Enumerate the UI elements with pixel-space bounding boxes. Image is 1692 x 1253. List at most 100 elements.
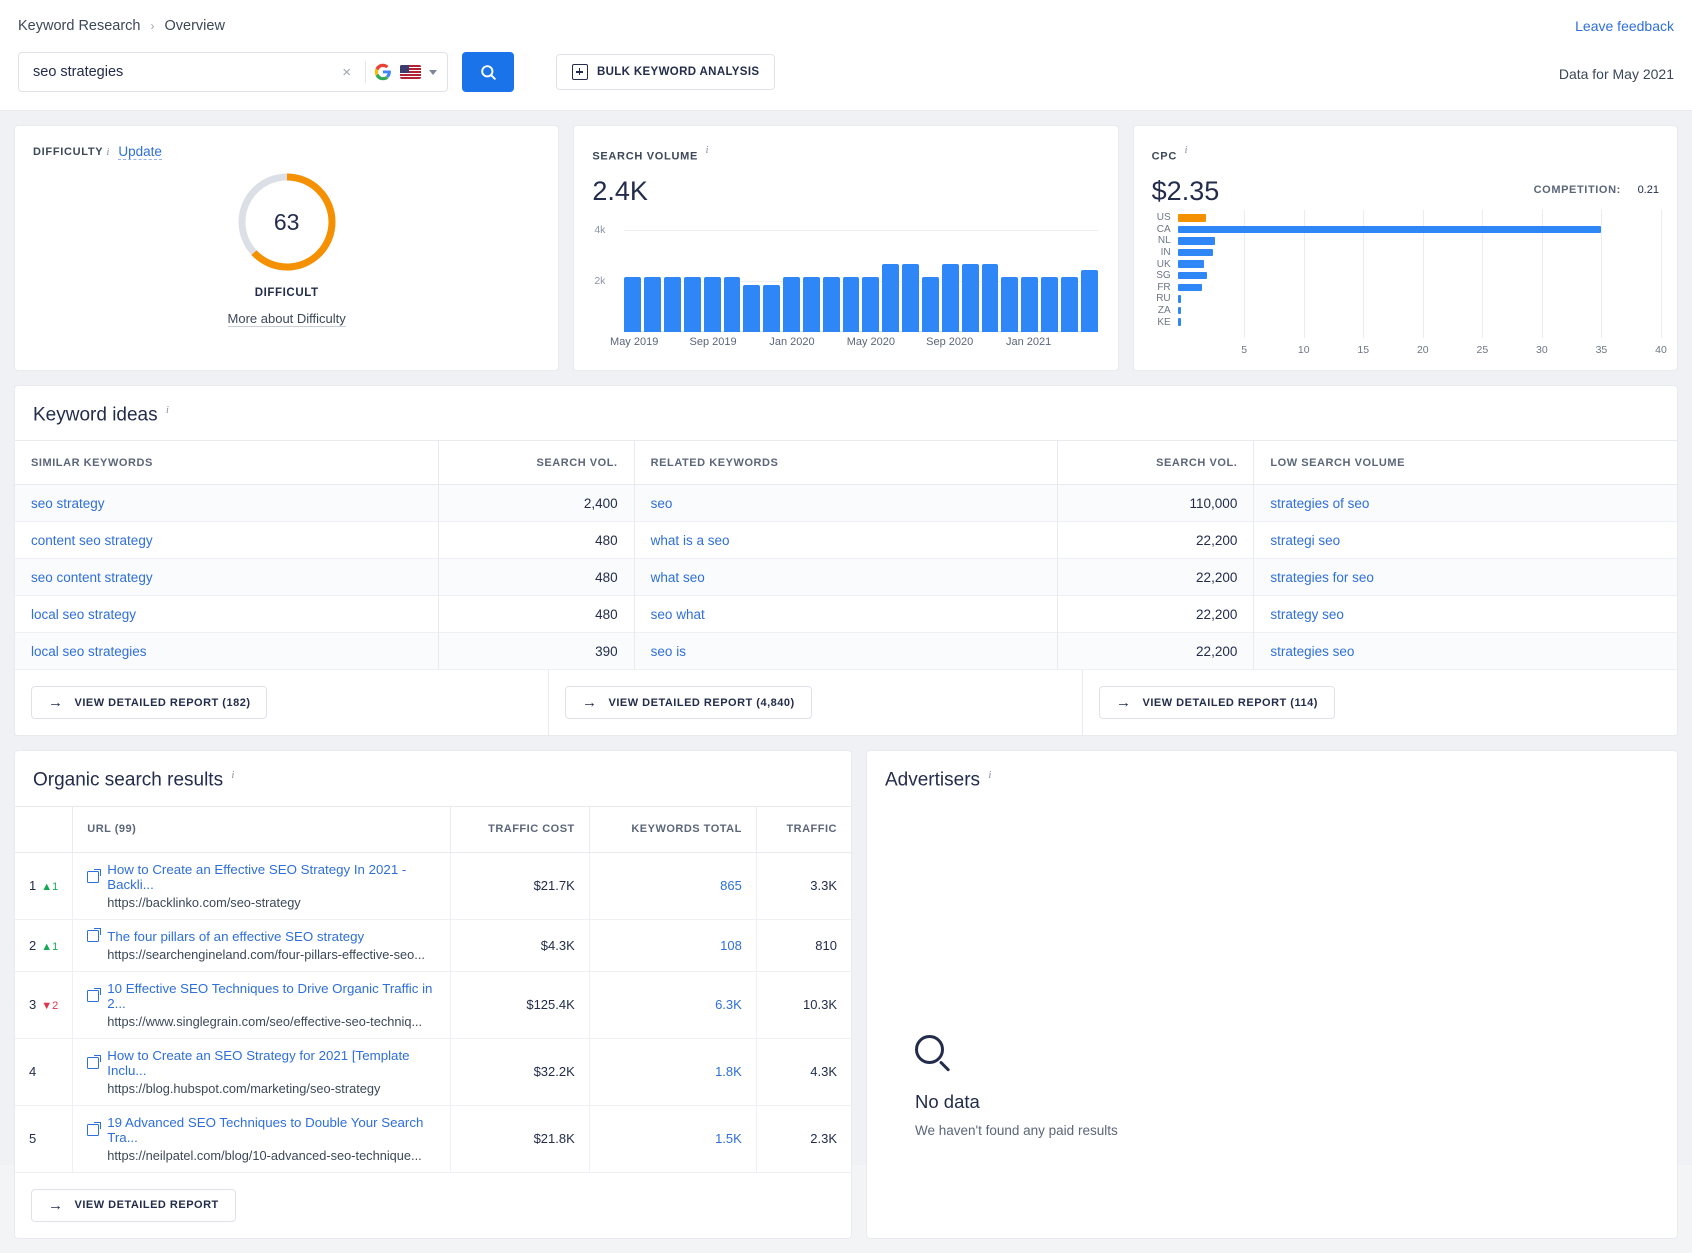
search-volume-bar[interactable] [1001, 276, 1019, 332]
breadcrumb-item-keyword-research[interactable]: Keyword Research [18, 18, 141, 34]
update-difficulty-link[interactable]: Update [118, 144, 162, 160]
bulk-keyword-analysis-button[interactable]: BULK KEYWORD ANALYSIS [556, 54, 776, 90]
cpc-country-row[interactable]: SG [1150, 270, 1661, 282]
keyword-link[interactable]: seo is [651, 644, 686, 659]
table-row: 22,200 [1058, 559, 1254, 597]
keywords-total-link[interactable]: 865 [720, 878, 742, 893]
keyword-link[interactable]: seo what [651, 607, 705, 622]
keyword-link[interactable]: seo strategy [31, 496, 105, 511]
keyword-link[interactable]: local seo strategy [31, 607, 136, 622]
search-button[interactable] [462, 52, 514, 92]
keyword-link[interactable]: strategi seo [1270, 533, 1340, 548]
keyword-link[interactable]: strategy seo [1270, 607, 1344, 622]
more-about-difficulty-link[interactable]: More about Difficulty [227, 311, 346, 327]
external-link-icon[interactable] [87, 1121, 101, 1136]
keywords-total-link[interactable]: 108 [720, 938, 742, 953]
column-header-traffic[interactable]: TRAFFIC [755, 806, 851, 853]
search-volume-bar[interactable] [1041, 276, 1058, 332]
view-detailed-report-low-button[interactable]: → VIEW DETAILED REPORT (114) [1099, 686, 1335, 720]
search-volume-bar[interactable] [802, 276, 820, 332]
cpc-country-row[interactable]: IN [1150, 247, 1661, 259]
result-title-link[interactable]: 10 Effective SEO Techniques to Drive Org… [107, 981, 436, 1011]
cpc-country-row[interactable]: NL [1150, 235, 1661, 247]
keyword-link[interactable]: seo content strategy [31, 570, 153, 585]
info-icon[interactable]: i [106, 146, 109, 158]
column-header-search-vol-2[interactable]: SEARCH VOL. [1058, 441, 1254, 486]
search-volume-bar[interactable] [783, 276, 800, 332]
search-volume-bar[interactable] [981, 263, 999, 332]
search-volume-bar[interactable] [723, 276, 741, 332]
external-link-icon[interactable] [87, 987, 101, 1002]
search-volume-bar[interactable] [703, 276, 721, 332]
external-link-icon[interactable] [87, 1054, 101, 1069]
info-icon[interactable]: i [1184, 144, 1187, 156]
external-link-icon[interactable] [87, 868, 101, 883]
search-volume-bar[interactable] [882, 263, 900, 332]
keyword-link[interactable]: seo [651, 496, 673, 511]
search-volume-bar[interactable] [961, 263, 979, 332]
clear-search-icon[interactable]: × [336, 64, 357, 81]
result-title-link[interactable]: How to Create an SEO Strategy for 2021 [… [107, 1048, 436, 1078]
search-volume-bar[interactable] [644, 276, 662, 332]
chevron-down-icon[interactable] [429, 69, 437, 75]
search-volume-bar[interactable] [862, 276, 880, 332]
result-title-link[interactable]: 19 Advanced SEO Techniques to Double You… [107, 1115, 436, 1145]
search-input[interactable]: seo strategies [33, 64, 328, 80]
search-volume-bar[interactable] [941, 263, 959, 332]
keyword-link[interactable]: what is a seo [651, 533, 730, 548]
keyword-link[interactable]: strategies of seo [1270, 496, 1369, 511]
column-header-traffic-cost[interactable]: TRAFFIC COST [450, 806, 590, 853]
google-icon[interactable] [374, 63, 392, 81]
search-volume-bar[interactable] [1080, 269, 1098, 332]
view-detailed-report-similar-button[interactable]: → VIEW DETAILED REPORT (182) [31, 686, 268, 720]
cpc-country-row[interactable]: FR [1150, 282, 1661, 294]
cpc-country-row[interactable]: RU [1150, 293, 1661, 305]
info-icon[interactable]: i [705, 144, 708, 156]
column-header-low-search-volume[interactable]: LOW SEARCH VOLUME [1254, 441, 1678, 486]
view-detailed-report-related-button[interactable]: → VIEW DETAILED REPORT (4,840) [565, 686, 812, 720]
cpc-country-row[interactable]: ZA [1150, 305, 1661, 317]
column-header-related-keywords[interactable]: RELATED KEYWORDS [634, 441, 1058, 486]
search-volume-bar[interactable] [683, 276, 701, 332]
country-flag-icon[interactable] [400, 65, 421, 79]
breadcrumb-item-overview[interactable]: Overview [165, 18, 225, 34]
external-link-icon[interactable] [87, 928, 101, 943]
search-volume-bar[interactable] [921, 276, 939, 332]
info-icon[interactable]: i [231, 769, 234, 781]
column-header-url[interactable]: URL (99) [72, 806, 451, 853]
column-header-similar-keywords[interactable]: SIMILAR KEYWORDS [15, 441, 438, 486]
info-icon[interactable]: i [988, 769, 991, 781]
organic-search-results-section: Organic search results i URL (99) TRAFFI… [14, 750, 852, 1239]
related-keywords-column: RELATED KEYWORDS seo what is a seo what se… [634, 441, 1059, 671]
cpc-country-row[interactable]: KE [1150, 316, 1661, 328]
keywords-total-link[interactable]: 1.8K [715, 1064, 742, 1079]
traffic-cell: 810 [755, 919, 851, 972]
keyword-link[interactable]: what seo [651, 570, 705, 585]
leave-feedback-link[interactable]: Leave feedback [1575, 18, 1674, 34]
result-title-link[interactable]: How to Create an Effective SEO Strategy … [107, 862, 436, 892]
column-header-search-vol-1[interactable]: SEARCH VOL. [438, 441, 634, 486]
search-volume-bar[interactable] [902, 263, 919, 332]
search-volume-bar[interactable] [743, 285, 761, 332]
search-volume-bar[interactable] [1021, 276, 1039, 332]
cpc-country-row[interactable]: UK [1150, 258, 1661, 270]
keyword-link[interactable]: strategies for seo [1270, 570, 1374, 585]
view-detailed-report-organic-button[interactable]: → VIEW DETAILED REPORT [31, 1188, 236, 1222]
search-input-wrapper[interactable]: seo strategies × [18, 52, 448, 92]
info-icon[interactable]: i [166, 404, 169, 416]
cpc-country-row[interactable]: CA [1150, 224, 1661, 236]
result-title-link[interactable]: The four pillars of an effective SEO str… [107, 929, 364, 944]
search-volume-bar[interactable] [822, 276, 840, 332]
keyword-link[interactable]: strategies seo [1270, 644, 1354, 659]
search-volume-bar[interactable] [624, 276, 642, 332]
search-volume-bar[interactable] [1060, 276, 1078, 332]
keyword-link[interactable]: content seo strategy [31, 533, 153, 548]
search-volume-bar[interactable] [842, 276, 860, 332]
keywords-total-link[interactable]: 1.5K [715, 1131, 742, 1146]
cpc-country-row[interactable]: US [1150, 212, 1661, 224]
search-volume-bar[interactable] [664, 276, 681, 332]
keywords-total-link[interactable]: 6.3K [715, 997, 742, 1012]
search-volume-bar[interactable] [763, 285, 781, 332]
keyword-link[interactable]: local seo strategies [31, 644, 147, 659]
column-header-keywords-total[interactable]: KEYWORDS TOTAL [588, 806, 757, 853]
